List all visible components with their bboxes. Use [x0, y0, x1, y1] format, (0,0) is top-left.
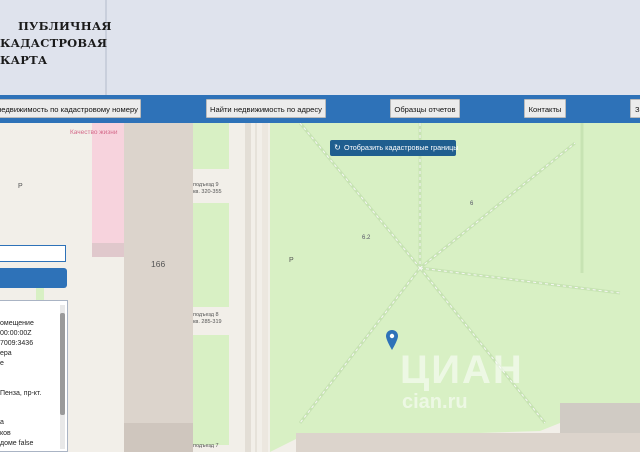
label-entrance-9: подъезд 9 [193, 182, 219, 188]
info-line: ков [0, 430, 11, 437]
info-line: 7009:3436 [0, 340, 34, 347]
watermark: ЦИАН [400, 348, 524, 392]
logo-line-1: ПУБЛИЧНАЯ [18, 19, 112, 33]
watermark-sub: cian.ru [402, 391, 468, 413]
label-entrance-9-flats: кв. 320-355 [193, 189, 222, 195]
label-entrance-7: подъезд 7 [193, 443, 219, 449]
building [124, 123, 193, 452]
search-input[interactable] [0, 245, 66, 262]
location-pin-icon[interactable] [386, 330, 398, 350]
nav-report-samples[interactable]: Образцы отчетов [390, 99, 460, 118]
label-entrance-8-flats: кв. 285-319 [193, 319, 222, 325]
nav-search-address[interactable]: Найти недвижимость по адресу [206, 99, 326, 118]
map-canvas[interactable] [0, 123, 640, 452]
object-info-panel: омещение 00:00:00Z 7009:3436 ера е Пенза… [0, 300, 68, 452]
show-cadastral-borders-button[interactable]: ↻ Отобразить кадастровые границы [330, 140, 459, 156]
logo-line-2: КАДАСТРОВАЯ КАРТА [0, 36, 108, 67]
search-button[interactable] [0, 268, 67, 288]
label-entrance-8: подъезд 8 [193, 312, 219, 318]
info-line: а [0, 419, 4, 426]
label-park-code-2: 6.2 [362, 235, 371, 241]
info-line: е [0, 360, 4, 367]
label-kachestvo: Качество жизни [70, 129, 118, 136]
logo[interactable]: ПУБЛИЧНАЯ КАДАСТРОВАЯ КАРТА [0, 18, 112, 69]
label-parking-left: Р [18, 183, 23, 190]
info-scrollbar-thumb[interactable] [60, 313, 65, 415]
show-cadastral-borders-label: Отобразить кадастровые границы [344, 143, 459, 152]
info-line: омещение [0, 320, 34, 327]
logo-area[interactable]: ПУБЛИЧНАЯ КАДАСТРОВАЯ КАРТА [0, 0, 112, 95]
info-line: 00:00:00Z [0, 330, 32, 337]
nav-more[interactable]: З [630, 99, 640, 118]
info-line: доме false [0, 440, 34, 447]
info-line: ера [0, 350, 12, 357]
label-parking-mid: Р [289, 257, 294, 264]
info-line: Пенза, пр-кт. [0, 390, 42, 397]
nav-search-cadastral[interactable]: недвижимость по кадастровому номеру [0, 99, 141, 118]
header-banner [105, 0, 640, 95]
map-view[interactable]: Качество жизни 166 Р Р подъезд 9 кв. 320… [0, 123, 640, 452]
nav-contacts[interactable]: Контакты [524, 99, 566, 118]
refresh-icon: ↻ [334, 143, 341, 152]
pink-area [92, 123, 124, 243]
nav-bar: недвижимость по кадастровому номеру Найт… [0, 95, 640, 123]
label-house-number: 166 [151, 259, 166, 269]
label-park-code-1: 6 [470, 201, 474, 207]
